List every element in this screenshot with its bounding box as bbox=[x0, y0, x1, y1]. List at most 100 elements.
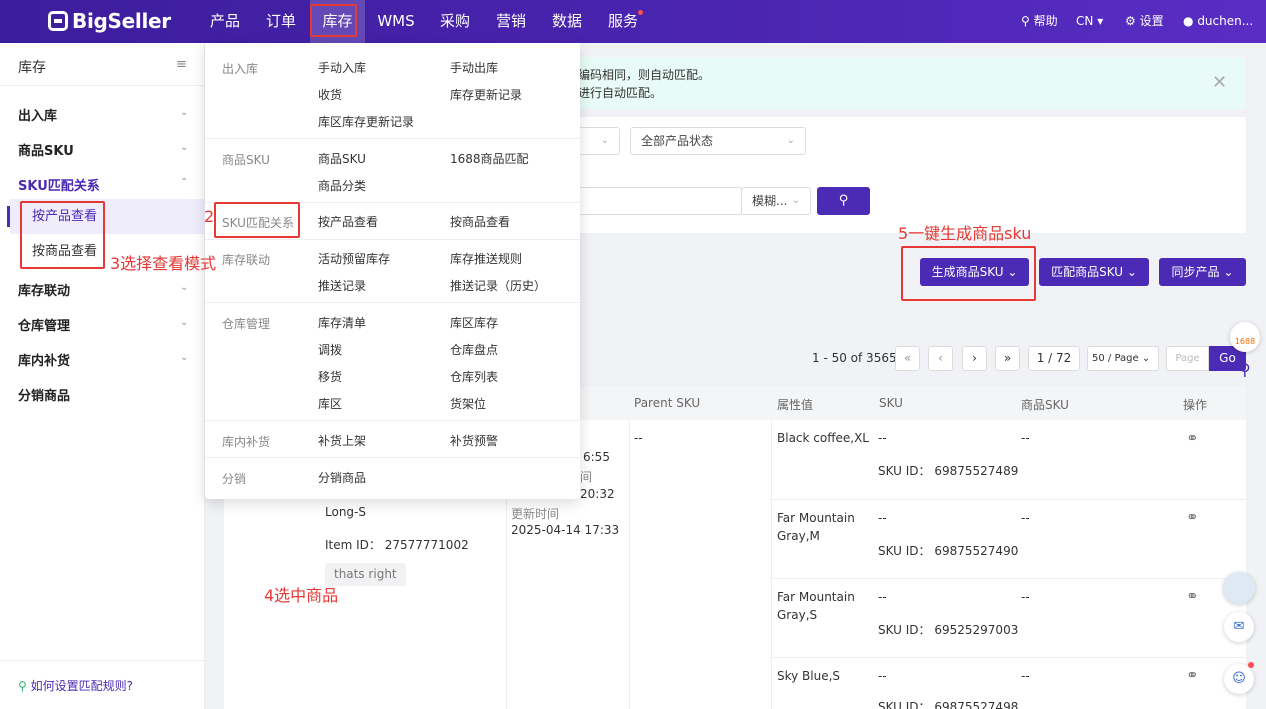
user-icon: ● bbox=[1183, 14, 1194, 28]
language-selector[interactable]: CN ▾ bbox=[1076, 0, 1103, 43]
collapse-menu-icon[interactable]: ≡ bbox=[176, 57, 187, 72]
prev-page-icon[interactable]: ‹ bbox=[928, 346, 953, 371]
nav-services[interactable]: 服务 bbox=[604, 0, 642, 43]
page-indicator: 1 / 72 bbox=[1028, 346, 1080, 371]
sync-products-button[interactable]: 同步产品 ⌄ bbox=[1159, 258, 1246, 286]
menu-section-label: 库存联动 bbox=[222, 253, 271, 267]
menu-item-push-rules[interactable]: 库存推送规则 bbox=[450, 250, 522, 267]
first-page-icon[interactable]: « bbox=[895, 346, 920, 371]
menu-item-by-product[interactable]: 按产品查看 bbox=[318, 213, 378, 230]
item-sku-value: -- bbox=[1021, 511, 1030, 525]
nav-orders[interactable]: 订单 bbox=[262, 0, 300, 43]
nav-data[interactable]: 数据 bbox=[548, 0, 586, 43]
sidebar-group-sku-match[interactable]: SKU匹配关系 bbox=[18, 175, 100, 194]
search-mode-select[interactable]: 模糊... ⌄ bbox=[741, 187, 811, 215]
sidebar-group-inout[interactable]: 出入库 bbox=[18, 105, 57, 124]
nav-marketing[interactable]: 营销 bbox=[492, 0, 530, 43]
menu-item-category[interactable]: 商品分类 bbox=[318, 177, 366, 194]
menu-item-putaway[interactable]: 补货上架 bbox=[318, 432, 366, 449]
menu-section-label: 分销 bbox=[222, 472, 247, 486]
help-rule-link[interactable]: ⚲ 如何设置匹配规则? bbox=[18, 677, 133, 694]
divider bbox=[0, 85, 205, 86]
chevron-down-icon: ⌄ bbox=[1223, 265, 1234, 279]
time-value: 20:32 bbox=[580, 487, 615, 501]
left-sidebar: 库存 ≡ 出入库 ⌄ 商品SKU ⌄ SKU匹配关系 ⌃ 按产品查看 按商品查看… bbox=[0, 43, 205, 709]
menu-item-by-item[interactable]: 按商品查看 bbox=[450, 213, 510, 230]
divider bbox=[205, 457, 580, 458]
notice-line: 编码相同，则自动匹配。 bbox=[578, 68, 711, 82]
chevron-down-icon: ⌄ bbox=[180, 282, 189, 293]
page-size-select[interactable]: 50 / Page ⌄ bbox=[1087, 346, 1159, 371]
col-actions: 操作 bbox=[1183, 398, 1208, 412]
gear-icon: ⚙ bbox=[1125, 14, 1136, 28]
help-link[interactable]: ⚲ 帮助 bbox=[1021, 0, 1058, 43]
menu-item-zone-stock[interactable]: 库区库存 bbox=[450, 314, 498, 331]
menu-item-1688-match[interactable]: 1688商品匹配 bbox=[450, 150, 529, 167]
menu-item-manual-outbound[interactable]: 手动出库 bbox=[450, 59, 498, 76]
divider bbox=[205, 138, 580, 139]
menu-item-stock-update-log[interactable]: 库存更新记录 bbox=[450, 86, 522, 103]
settings-link[interactable]: ⚙ 设置 bbox=[1125, 0, 1164, 43]
search-button[interactable]: ⚲ bbox=[817, 187, 870, 215]
next-page-icon[interactable]: › bbox=[962, 346, 987, 371]
sidebar-group-replenish[interactable]: 库内补货 bbox=[18, 350, 70, 369]
attr-value: Far Mountain bbox=[777, 590, 855, 604]
inventory-mega-menu: 出入库 手动入库 手动出库 收货 库存更新记录 库区库存更新记录 商品SKU 商… bbox=[205, 43, 580, 499]
chat-icon[interactable]: ☺ bbox=[1224, 664, 1254, 694]
page-jump-input[interactable]: Page bbox=[1166, 346, 1209, 371]
menu-item-distribution-products[interactable]: 分销商品 bbox=[318, 469, 366, 486]
attr-value: Gray,S bbox=[777, 608, 818, 622]
search-float-icon[interactable]: ⚲ bbox=[1239, 360, 1251, 379]
search-input[interactable] bbox=[560, 187, 742, 215]
menu-item-zone-update-log[interactable]: 库区库存更新记录 bbox=[318, 113, 414, 130]
bigseller-logo[interactable]: BigSeller bbox=[48, 9, 171, 33]
nav-products[interactable]: 产品 bbox=[206, 0, 244, 43]
sidebar-group-stock-link[interactable]: 库存联动 bbox=[18, 280, 70, 299]
user-menu[interactable]: ● duchen... bbox=[1183, 0, 1253, 43]
menu-item-zone[interactable]: 库区 bbox=[318, 395, 342, 412]
link-icon[interactable]: ⚭ bbox=[1186, 508, 1199, 526]
link-icon[interactable]: ⚭ bbox=[1186, 429, 1199, 447]
last-page-icon[interactable]: » bbox=[995, 346, 1020, 371]
sku-id: SKU ID： 69875527490 bbox=[878, 544, 1019, 558]
attr-value: Sky Blue,S bbox=[777, 669, 841, 683]
divider bbox=[205, 302, 580, 303]
menu-item-push-log-history[interactable]: 推送记录（历史） bbox=[450, 277, 546, 294]
1688-icon[interactable]: 1688 bbox=[1230, 322, 1260, 352]
feedback-icon[interactable]: ✉ bbox=[1224, 612, 1254, 642]
sidebar-group-warehouse[interactable]: 仓库管理 bbox=[18, 315, 70, 334]
nav-purchase[interactable]: 采购 bbox=[436, 0, 474, 43]
col-attributes: 属性值 bbox=[777, 398, 814, 412]
menu-item-shelf[interactable]: 货架位 bbox=[450, 395, 486, 412]
nav-wms[interactable]: WMS bbox=[374, 0, 418, 43]
chevron-down-icon: ⌄ bbox=[786, 135, 795, 146]
match-sku-button[interactable]: 匹配商品SKU ⌄ bbox=[1039, 258, 1149, 286]
menu-item-transfer[interactable]: 调拨 bbox=[318, 341, 342, 358]
menu-item-receive[interactable]: 收货 bbox=[318, 86, 342, 103]
divider bbox=[0, 660, 205, 661]
item-sku-value: -- bbox=[1021, 431, 1030, 445]
annotation-step-3: 3选择查看模式 bbox=[110, 254, 217, 273]
menu-item-move[interactable]: 移货 bbox=[318, 368, 342, 385]
menu-item-reserved-stock[interactable]: 活动预留库存 bbox=[318, 250, 390, 267]
product-status-select[interactable]: 全部产品状态 ⌄ bbox=[630, 127, 806, 155]
menu-item-manual-inbound[interactable]: 手动入库 bbox=[318, 59, 366, 76]
link-icon[interactable]: ⚭ bbox=[1186, 587, 1199, 605]
menu-item-stocktake[interactable]: 仓库盘点 bbox=[450, 341, 498, 358]
menu-item-push-log[interactable]: 推送记录 bbox=[318, 277, 366, 294]
menu-item-stock-list[interactable]: 库存清单 bbox=[318, 314, 366, 331]
support-avatar[interactable] bbox=[1223, 572, 1255, 604]
link-icon[interactable]: ⚭ bbox=[1186, 666, 1199, 684]
notification-dot bbox=[638, 10, 643, 15]
sidebar-group-distribution[interactable]: 分销商品 bbox=[18, 385, 70, 404]
menu-item-warehouse-list[interactable]: 仓库列表 bbox=[450, 368, 498, 385]
sidebar-group-sku[interactable]: 商品SKU bbox=[18, 140, 74, 159]
close-icon[interactable]: ✕ bbox=[1212, 72, 1227, 93]
parent-sku-value: -- bbox=[634, 431, 643, 445]
top-navbar: BigSeller 产品 订单 库存 WMS 采购 营销 数据 服务 ⚲ 帮助 … bbox=[0, 0, 1266, 43]
menu-item-item-sku[interactable]: 商品SKU bbox=[318, 150, 366, 167]
chevron-up-icon: ⌃ bbox=[180, 177, 189, 188]
annotation-box-sidebar bbox=[20, 201, 105, 269]
menu-item-replenish-alert[interactable]: 补货预警 bbox=[450, 432, 498, 449]
updated-time: 2025-04-14 17:33 bbox=[511, 523, 620, 537]
